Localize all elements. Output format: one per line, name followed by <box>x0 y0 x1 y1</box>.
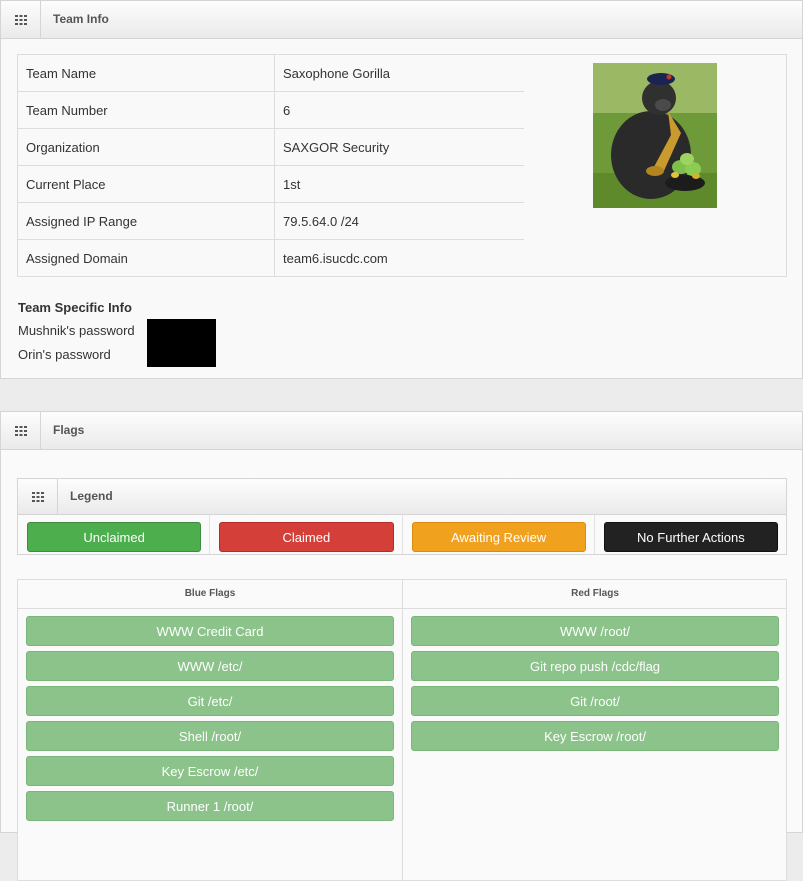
row-value: Saxophone Gorilla <box>274 54 525 92</box>
row-label: Assigned IP Range <box>17 202 275 240</box>
row-value: 6 <box>274 91 525 129</box>
team-specific-info-title: Team Specific Info <box>18 300 132 315</box>
row-label: Assigned Domain <box>17 239 275 277</box>
blue-flags-header: Blue Flags <box>18 580 402 609</box>
team-info-header: Team Info <box>1 1 802 39</box>
team-photo-cell <box>524 54 787 277</box>
panel-title: Team Info <box>53 12 109 26</box>
table-row: Assigned IP Range 79.5.64.0 /24 <box>17 202 525 240</box>
table-row: Team Number 6 <box>17 91 525 129</box>
row-value: team6.isucdc.com <box>274 239 525 277</box>
team-info-table: Team Name Saxophone Gorilla Team Number … <box>17 54 525 277</box>
legend-no-further-actions: No Further Actions <box>603 522 778 552</box>
red-flag-button[interactable]: WWW /root/ <box>411 616 779 646</box>
grid-icon <box>1 412 41 449</box>
blue-flag-button[interactable]: WWW /etc/ <box>26 651 394 681</box>
legend-header: Legend <box>18 479 786 515</box>
redacted-passwords <box>147 319 216 367</box>
blue-flag-button[interactable]: Shell /root/ <box>26 721 394 751</box>
red-flags-column: Red Flags WWW /root/ Git repo push /cdc/… <box>403 580 787 880</box>
grid-icon <box>18 479 58 514</box>
table-row: Current Place 1st <box>17 165 525 203</box>
legend-unclaimed: Unclaimed <box>27 522 202 552</box>
team-photo <box>593 63 717 208</box>
table-row: Team Name Saxophone Gorilla <box>17 54 525 92</box>
row-value: 1st <box>274 165 525 203</box>
red-flag-button[interactable]: Key Escrow /root/ <box>411 721 779 751</box>
legend-awaiting-review: Awaiting Review <box>411 522 586 552</box>
legend-claimed: Claimed <box>219 522 394 552</box>
panel-title: Flags <box>53 423 85 437</box>
red-flag-button[interactable]: Git repo push /cdc/flag <box>411 651 779 681</box>
orin-password-label: Orin's password <box>18 347 111 362</box>
table-row: Assigned Domain team6.isucdc.com <box>17 239 525 277</box>
mushnik-password-label: Mushnik's password <box>18 323 135 338</box>
flags-table: Blue Flags WWW Credit Card WWW /etc/ Git… <box>17 579 787 881</box>
row-value: 79.5.64.0 /24 <box>274 202 525 240</box>
row-label: Organization <box>17 128 275 166</box>
blue-flag-button[interactable]: Runner 1 /root/ <box>26 791 394 821</box>
red-flags-header: Red Flags <box>403 580 787 609</box>
table-row: Organization SAXGOR Security <box>17 128 525 166</box>
grid-icon <box>1 1 41 38</box>
row-label: Current Place <box>17 165 275 203</box>
legend-title: Legend <box>70 489 113 503</box>
row-label: Team Number <box>17 91 275 129</box>
team-info-panel: Team Info Team Name Saxophone Gorilla Te… <box>0 0 803 379</box>
blue-flag-button[interactable]: WWW Credit Card <box>26 616 394 646</box>
red-flag-button[interactable]: Git /root/ <box>411 686 779 716</box>
row-value: SAXGOR Security <box>274 128 525 166</box>
flags-panel: Flags Legend Unclaimed Claimed Awaiting … <box>0 411 803 881</box>
flags-header: Flags <box>1 412 802 450</box>
row-label: Team Name <box>17 54 275 92</box>
blue-flags-column: Blue Flags WWW Credit Card WWW /etc/ Git… <box>18 580 403 880</box>
legend-items: Unclaimed Claimed Awaiting Review No Fur… <box>18 515 786 554</box>
blue-flag-button[interactable]: Key Escrow /etc/ <box>26 756 394 786</box>
legend-panel: Legend Unclaimed Claimed Awaiting Review… <box>17 478 787 555</box>
blue-flag-button[interactable]: Git /etc/ <box>26 686 394 716</box>
